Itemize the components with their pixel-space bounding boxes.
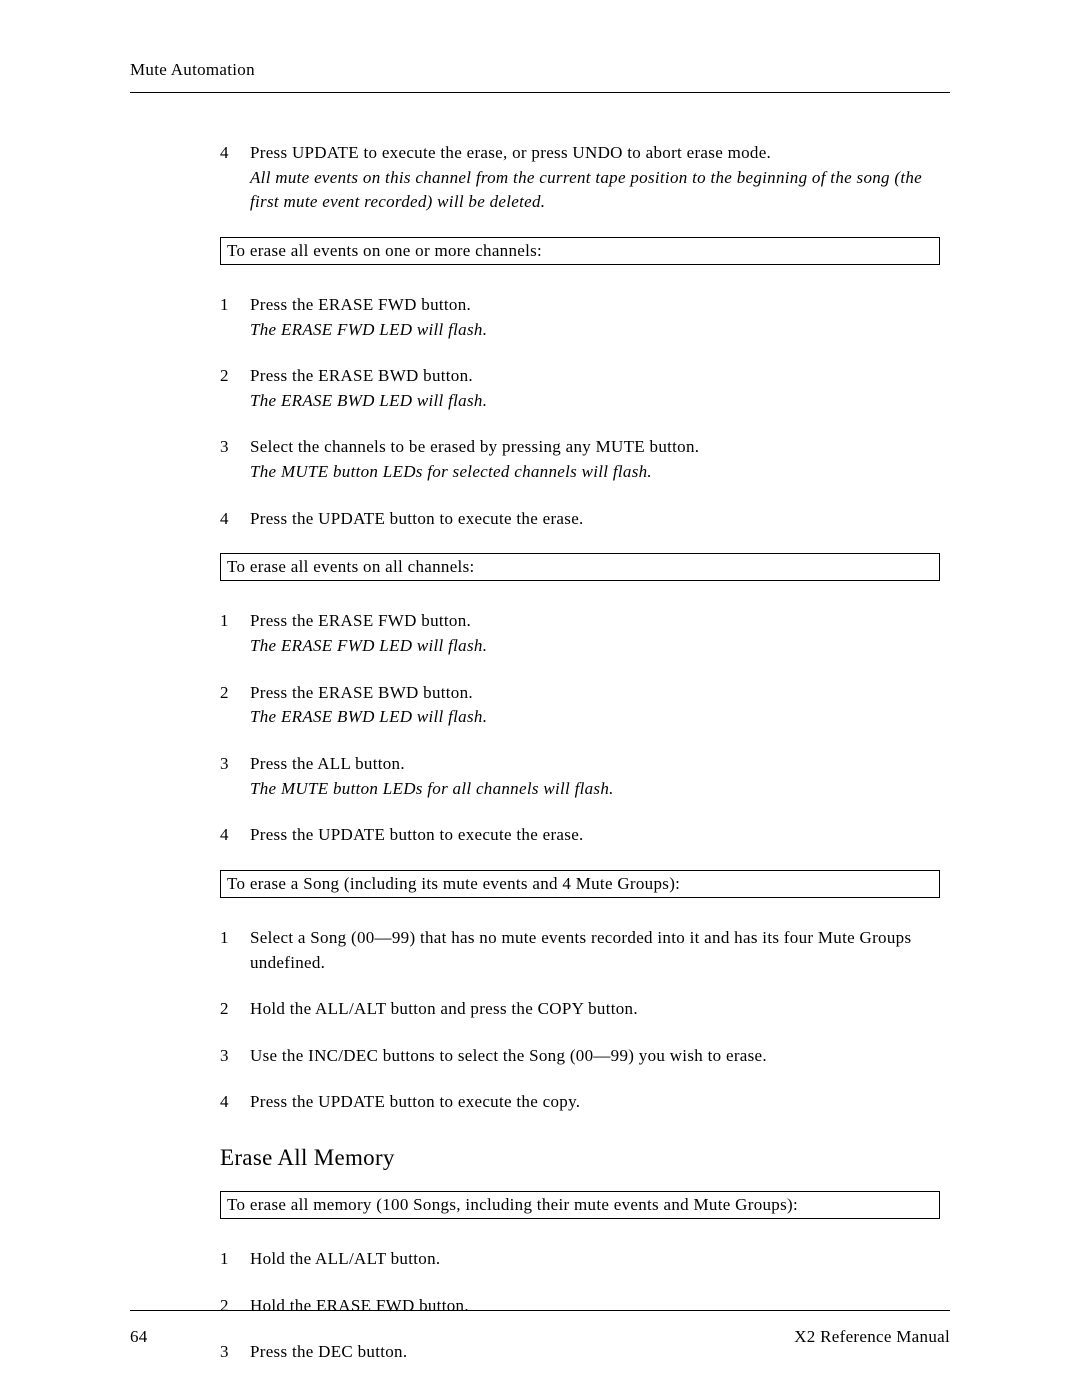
- step-text: Press the UPDATE button to execute the c…: [250, 1090, 940, 1115]
- step-number: 1: [220, 609, 250, 658]
- step-text: Use the INC/DEC buttons to select the So…: [250, 1044, 940, 1069]
- step-number: 1: [220, 926, 250, 975]
- step-text: Press the UPDATE button to execute the e…: [250, 823, 940, 848]
- step-number: 4: [220, 823, 250, 848]
- step-line2: The ERASE BWD LED will flash.: [250, 707, 487, 726]
- step-item: 4Press the UPDATE button to execute the …: [220, 823, 940, 848]
- step-item: 3Use the INC/DEC buttons to select the S…: [220, 1044, 940, 1069]
- step-number: 2: [220, 364, 250, 413]
- step-item: 4Press the UPDATE button to execute the …: [220, 1090, 940, 1115]
- step-number: 3: [220, 1044, 250, 1069]
- step-line1: Press the ERASE FWD button.: [250, 611, 471, 630]
- step-text: Hold the ALL/ALT button.: [250, 1247, 940, 1272]
- step-line2: The ERASE FWD LED will flash.: [250, 636, 487, 655]
- step-number: 1: [220, 1247, 250, 1272]
- step-item: 4Press the UPDATE button to execute the …: [220, 507, 940, 532]
- step-text: Press UPDATE to execute the erase, or pr…: [250, 141, 940, 215]
- instruction-box-1: To erase all events on one or more chann…: [220, 237, 940, 265]
- step-line1: Press the ALL button.: [250, 754, 405, 773]
- step-text: Select the channels to be erased by pres…: [250, 435, 940, 484]
- step-item: 3Select the channels to be erased by pre…: [220, 435, 940, 484]
- step-text: Press the ERASE BWD button. The ERASE BWD…: [250, 681, 940, 730]
- step-number: 4: [220, 1090, 250, 1115]
- step-text: Hold the ALL/ALT button and press the CO…: [250, 997, 940, 1022]
- section-heading: Erase All Memory: [220, 1145, 940, 1171]
- step-number: 3: [220, 752, 250, 801]
- step-number: 1: [220, 293, 250, 342]
- step-line1: Press the UPDATE button to execute the e…: [250, 509, 584, 528]
- step-line1: Hold the ALL/ALT button and press the CO…: [250, 999, 638, 1018]
- step-line1: Press the ERASE BWD button.: [250, 366, 473, 385]
- step-text: Press the ERASE FWD button. The ERASE FWD…: [250, 293, 940, 342]
- step-item: 1Press the ERASE FWD button. The ERASE FW…: [220, 609, 940, 658]
- step-item: 1Select a Song (00—99) that has no mute …: [220, 926, 940, 975]
- step-item: 2Press the ERASE BWD button. The ERASE BW…: [220, 364, 940, 413]
- step-text: Select a Song (00—99) that has no mute e…: [250, 926, 940, 975]
- step-line2: The MUTE button LEDs for all channels wi…: [250, 779, 614, 798]
- step-line1: Press UPDATE to execute the erase, or pr…: [250, 143, 771, 162]
- step-item: 2Hold the ALL/ALT button and press the C…: [220, 997, 940, 1022]
- intro-step: 4 Press UPDATE to execute the erase, or …: [220, 141, 940, 215]
- step-line2: All mute events on this channel from the…: [250, 168, 922, 212]
- step-line1: Select the channels to be erased by pres…: [250, 437, 699, 456]
- step-text: Press the ERASE BWD button. The ERASE BWD…: [250, 364, 940, 413]
- step-line2: The ERASE BWD LED will flash.: [250, 391, 487, 410]
- step-line1: Press the UPDATE button to execute the c…: [250, 1092, 580, 1111]
- footer-title: X2 Reference Manual: [794, 1327, 950, 1347]
- step-number: 2: [220, 997, 250, 1022]
- step-line2: The MUTE button LEDs for selected channe…: [250, 462, 652, 481]
- page-number: 64: [130, 1327, 148, 1347]
- step-text: Press the UPDATE button to execute the e…: [250, 507, 940, 532]
- step-number: 4: [220, 141, 250, 215]
- step-text: Press the ALL button. The MUTE button LED…: [250, 752, 940, 801]
- step-line1: Select a Song (00—99) that has no mute e…: [250, 928, 911, 972]
- step-number: 3: [220, 435, 250, 484]
- step-item: 1Press the ERASE FWD button. The ERASE FW…: [220, 293, 940, 342]
- step-item: 2Press the ERASE BWD button. The ERASE BW…: [220, 681, 940, 730]
- instruction-box-2: To erase all events on all channels:: [220, 553, 940, 581]
- page-footer: 64 X2 Reference Manual: [130, 1310, 950, 1347]
- step-line1: Press the ERASE FWD button.: [250, 295, 471, 314]
- step-line1: Press the ERASE BWD button.: [250, 683, 473, 702]
- step-item: 3Press the ALL button. The MUTE button LE…: [220, 752, 940, 801]
- step-line1: Use the INC/DEC buttons to select the So…: [250, 1046, 767, 1065]
- step-number: 2: [220, 681, 250, 730]
- page-header: Mute Automation: [130, 60, 950, 93]
- step-number: 4: [220, 507, 250, 532]
- step-text: Press the ERASE FWD button. The ERASE FWD…: [250, 609, 940, 658]
- step-item: 1Hold the ALL/ALT button.: [220, 1247, 940, 1272]
- step-line1: Press the UPDATE button to execute the e…: [250, 825, 584, 844]
- instruction-box-4: To erase all memory (100 Songs, includin…: [220, 1191, 940, 1219]
- instruction-box-3: To erase a Song (including its mute even…: [220, 870, 940, 898]
- step-line1: Hold the ALL/ALT button.: [250, 1249, 440, 1268]
- page-content: 4 Press UPDATE to execute the erase, or …: [220, 141, 940, 1365]
- step-line2: The ERASE FWD LED will flash.: [250, 320, 487, 339]
